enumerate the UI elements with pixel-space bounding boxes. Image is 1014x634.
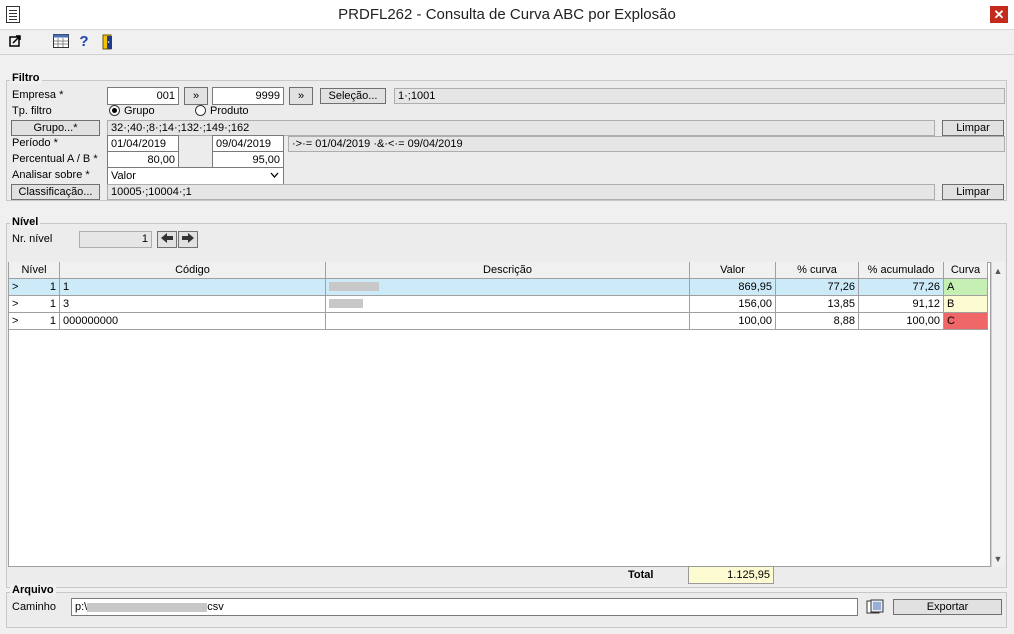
- arrow-left-icon: [161, 233, 173, 243]
- limpar-grupo-button[interactable]: Limpar: [942, 120, 1004, 136]
- chevron-down-icon: [270, 168, 279, 184]
- row-descricao: [325, 294, 690, 313]
- periodo-expression: ·>·= 01/04/2019 ·&·<·= 09/04/2019: [288, 136, 1005, 152]
- row-pct-acumulado: 91,12: [858, 294, 944, 313]
- empresa-to-lookup-button[interactable]: »: [289, 87, 313, 105]
- close-button[interactable]: ✕: [990, 6, 1008, 23]
- empresa-label: Empresa *: [12, 89, 64, 101]
- exit-door-icon[interactable]: [100, 34, 116, 50]
- grupo-button[interactable]: Grupo...*: [11, 120, 100, 136]
- empresa-from-lookup-button[interactable]: »: [184, 87, 208, 105]
- row-descricao: [325, 311, 690, 330]
- row-pct-curva: 8,88: [775, 311, 859, 330]
- arquivo-group-label: Arquivo: [10, 584, 56, 596]
- selecao-value: 1·;1001: [394, 88, 1005, 104]
- nr-nivel-value: 1: [79, 231, 152, 248]
- radio-produto-label: Produto: [210, 105, 249, 117]
- row-nivel: >1: [8, 311, 60, 330]
- row-codigo[interactable]: 1: [59, 277, 326, 296]
- col-descricao[interactable]: Descrição: [325, 262, 690, 279]
- classificacao-value: 10005·;10004·;1: [107, 184, 935, 200]
- row-curva: A: [943, 277, 988, 296]
- table-row[interactable]: >1 3 156,00 13,85 91,12 B: [8, 294, 988, 313]
- row-codigo[interactable]: 000000000: [59, 311, 326, 330]
- row-pct-acumulado: 100,00: [858, 311, 944, 330]
- exportar-button[interactable]: Exportar: [893, 599, 1002, 615]
- row-curva: B: [943, 294, 988, 313]
- analisar-select-value: Valor: [111, 170, 136, 182]
- radio-grupo[interactable]: [109, 105, 120, 116]
- col-valor[interactable]: Valor: [689, 262, 776, 279]
- col-curva[interactable]: Curva: [943, 262, 988, 279]
- toolbar: [0, 31, 1014, 55]
- row-pct-acumulado: 77,26: [858, 277, 944, 296]
- analisar-label: Analisar sobre *: [12, 169, 90, 181]
- row-pct-curva: 77,26: [775, 277, 859, 296]
- row-curva: C: [943, 311, 988, 330]
- nivel-prev-button[interactable]: [157, 231, 177, 248]
- empresa-to-field[interactable]: 9999: [212, 87, 284, 105]
- col-pct-acumulado[interactable]: % acumulado: [858, 262, 944, 279]
- caminho-redacted: [87, 602, 208, 612]
- row-valor: 869,95: [689, 277, 776, 296]
- window-title: PRDFL262 - Consulta de Curva ABC por Exp…: [338, 6, 676, 23]
- nivel-next-button[interactable]: [178, 231, 198, 248]
- grid-vertical-scrollbar[interactable]: [991, 262, 1005, 567]
- caminho-prefix: p:\: [75, 601, 88, 613]
- grupo-value: 32·;40·;8·;14·;132·;149·;162: [107, 120, 935, 136]
- col-nivel[interactable]: Nível: [8, 262, 60, 279]
- row-valor: 100,00: [689, 311, 776, 330]
- scroll-up-icon[interactable]: ▲: [991, 264, 1005, 278]
- caminho-field[interactable]: p:\ csv: [71, 598, 858, 616]
- nr-nivel-label: Nr. nível: [12, 233, 53, 245]
- help-icon[interactable]: ?: [76, 34, 92, 50]
- col-codigo[interactable]: Código: [59, 262, 326, 279]
- tp-filtro-label: Tp. filtro: [12, 105, 52, 117]
- selecao-button[interactable]: Seleção...: [320, 88, 386, 104]
- row-descricao: [325, 277, 690, 296]
- total-value: 1.125,95: [688, 566, 774, 584]
- percentual-label: Percentual A / B *: [12, 153, 98, 165]
- row-nivel: >1: [8, 294, 60, 313]
- scroll-down-icon[interactable]: ▼: [991, 552, 1005, 566]
- classificacao-button[interactable]: Classificação...: [11, 184, 100, 200]
- browse-file-icon[interactable]: [866, 599, 884, 615]
- limpar-classificacao-button[interactable]: Limpar: [942, 184, 1004, 200]
- row-nivel: >1: [8, 277, 60, 296]
- export-icon[interactable]: [8, 34, 24, 50]
- caminho-suffix: csv: [207, 601, 224, 613]
- radio-produto[interactable]: [195, 105, 206, 116]
- periodo-label: Período *: [12, 137, 58, 149]
- row-pct-curva: 13,85: [775, 294, 859, 313]
- total-label: Total: [628, 569, 654, 581]
- analisar-select[interactable]: Valor: [107, 167, 284, 185]
- empresa-from-field[interactable]: 001: [107, 87, 179, 105]
- arrow-right-icon: [182, 233, 194, 243]
- caminho-label: Caminho: [12, 601, 57, 613]
- radio-grupo-label: Grupo: [124, 105, 155, 117]
- filtro-group-label: Filtro: [10, 72, 42, 84]
- results-table: Nível Código Descrição Valor % curva % a…: [8, 262, 988, 330]
- table-row[interactable]: >1 1 869,95 77,26 77,26 A: [8, 277, 988, 296]
- calendar-grid-icon[interactable]: [53, 34, 69, 50]
- col-pct-curva[interactable]: % curva: [775, 262, 859, 279]
- nivel-group-label: Nível: [10, 216, 41, 228]
- row-valor: 156,00: [689, 294, 776, 313]
- table-row[interactable]: >1 000000000 100,00 8,88 100,00 C: [8, 311, 988, 330]
- row-codigo[interactable]: 3: [59, 294, 326, 313]
